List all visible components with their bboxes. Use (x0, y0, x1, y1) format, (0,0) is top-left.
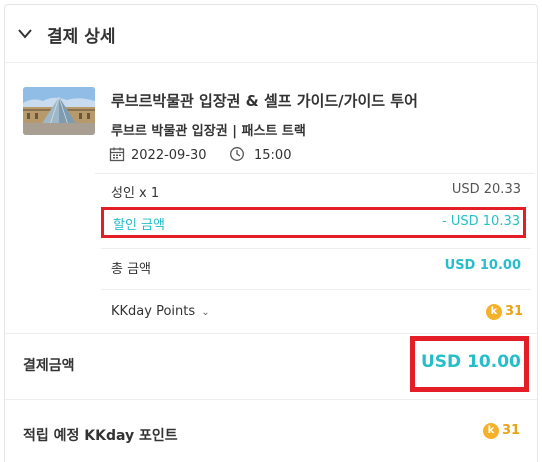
total-label: 총 금액 (111, 262, 152, 277)
product-time: 15:00 (254, 148, 292, 163)
product-option: 루브르 박물관 입장권 | 패스트 트랙 (111, 124, 306, 139)
kkday-points-value: 31 (505, 304, 524, 319)
kkday-coin-icon: k (486, 304, 502, 320)
divider (101, 248, 531, 249)
adult-count-label: 성인 x 1 (111, 186, 160, 201)
divider (101, 289, 531, 290)
calendar-icon (109, 147, 125, 162)
payment-detail-card: 결제 상세 루브르박물관 입장권 & 셀프 가이드/가이드 투어 루브르 박물관… (4, 4, 538, 462)
earn-points-label: 적립 예정 KKday 포인트 (23, 428, 178, 444)
product-thumbnail (23, 87, 95, 135)
discount-value: - USD 10.33 (442, 214, 520, 229)
payment-detail-header[interactable]: 결제 상세 (5, 5, 537, 63)
chevron-down-icon: ⌄ (201, 307, 210, 318)
adult-price-value: USD 20.33 (451, 182, 521, 197)
kkday-points-dropdown[interactable]: KKday Points ⌄ (111, 304, 210, 319)
payment-amount-value: USD 10.00 (421, 352, 521, 372)
payment-amount-label: 결제금액 (23, 358, 75, 374)
kkday-coin-icon: k (483, 423, 499, 439)
divider (95, 173, 535, 174)
product-title[interactable]: 루브르박물관 입장권 & 셀프 가이드/가이드 투어 (111, 90, 418, 111)
section-title: 결제 상세 (47, 27, 116, 47)
chevron-down-icon[interactable] (17, 27, 33, 41)
divider (5, 333, 537, 334)
clock-icon (230, 147, 244, 161)
total-value: USD 10.00 (444, 258, 521, 273)
earn-points-value: 31 (502, 423, 521, 438)
product-date: 2022-09-30 (131, 148, 207, 163)
kkday-points-label: KKday Points (111, 304, 196, 319)
discount-label: 할인 금액 (113, 218, 165, 233)
discount-row-highlight: 할인 금액 - USD 10.33 (101, 207, 526, 238)
divider (5, 399, 537, 400)
payment-amount-highlight: USD 10.00 (410, 336, 529, 392)
